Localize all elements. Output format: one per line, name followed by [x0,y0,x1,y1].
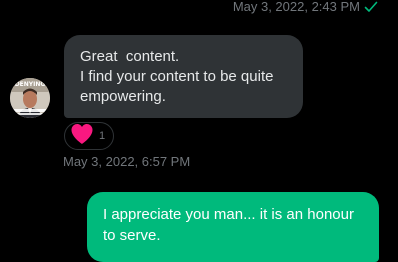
heart-reaction[interactable]: 1 [64,122,114,150]
check-icon [364,1,378,13]
outgoing-message-line: to serve. [103,227,161,244]
incoming-message-line: I find your content to be quite [80,68,274,85]
heart-icon [70,123,94,150]
outgoing-message-bubble[interactable]: I appreciate you man... it is an honour … [87,192,379,262]
outgoing-message-line: I appreciate you man... it is an honour [103,206,354,223]
incoming-message-line: empowering. [80,88,166,105]
avatar[interactable]: DENYING [10,78,50,118]
sent-message-timestamp: May 3, 2022, 2:43 PM [232,0,360,14]
incoming-message-line: Great content. [80,48,180,65]
incoming-message-bubble[interactable]: Great content. I find your content to be… [64,35,303,118]
reaction-count: 1 [99,130,106,142]
svg-text:DENYING: DENYING [15,81,46,88]
incoming-message-timestamp: May 3, 2022, 6:57 PM [63,154,191,169]
sent-message-meta: May 3, 2022, 2:43 PM [233,0,378,14]
